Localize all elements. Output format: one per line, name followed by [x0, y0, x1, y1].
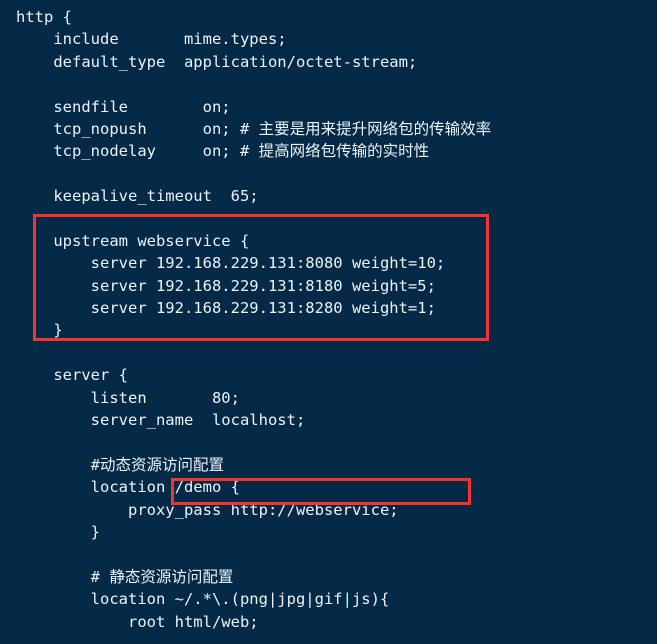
- code-line: #动态资源访问配置: [16, 455, 224, 474]
- code-line: keepalive_timeout 65;: [16, 187, 259, 206]
- code-line: # 静态资源访问配置: [16, 567, 234, 586]
- code-line: location /demo {: [16, 478, 240, 497]
- code-line: root html/web;: [16, 612, 259, 631]
- code-line: server 192.168.229.131:8280 weight=1;: [16, 299, 436, 318]
- code-line: server_name localhost;: [16, 411, 306, 430]
- code-line: location ~/.*\.(png|jpg|gif|js){: [16, 590, 390, 609]
- code-line: default_type application/octet-stream;: [16, 52, 418, 71]
- code-line: server {: [16, 366, 128, 385]
- code-viewport: http { include mime.types; default_type …: [0, 0, 657, 644]
- code-line: }: [16, 321, 63, 340]
- code-line: proxy_pass http://webservice;: [16, 500, 399, 519]
- code-line: }: [16, 522, 100, 541]
- nginx-config-code[interactable]: http { include mime.types; default_type …: [16, 6, 491, 633]
- code-line: listen 80;: [16, 388, 240, 407]
- code-line: server 192.168.229.131:8180 weight=5;: [16, 276, 436, 295]
- code-line: http {: [16, 8, 72, 26]
- code-line: sendfile on;: [16, 97, 231, 116]
- code-line: tcp_nopush on; # 主要是用来提升网络包的传输效率: [16, 119, 492, 138]
- code-line: tcp_nodelay on; # 提高网络包传输的实时性: [16, 142, 430, 161]
- code-line: include mime.types;: [16, 30, 287, 49]
- code-line: server 192.168.229.131:8080 weight=10;: [16, 254, 446, 273]
- code-line: upstream webservice {: [16, 231, 250, 250]
